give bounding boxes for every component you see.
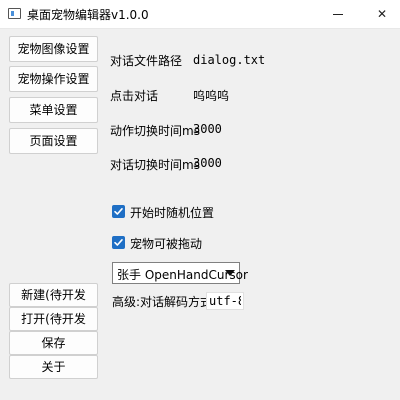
dialog-path-label: 对话文件路径 xyxy=(110,54,183,68)
click-dialog-input[interactable]: 呜呜呜 xyxy=(193,87,229,104)
sidebar-item-menu-settings[interactable]: 菜单设置 xyxy=(9,97,98,123)
chevron-down-icon xyxy=(225,270,235,276)
checkmark-icon xyxy=(114,208,123,215)
dialog-switch-time-input[interactable] xyxy=(193,151,398,175)
open-button[interactable]: 打开(待开发 xyxy=(9,307,98,331)
minimize-button[interactable] xyxy=(320,0,356,28)
dialog-path-input[interactable] xyxy=(193,48,398,72)
sidebar-item-page-settings[interactable]: 页面设置 xyxy=(9,128,98,154)
draggable-label: 宠物可被拖动 xyxy=(130,237,203,251)
title-bar: 桌面宠物编辑器v1.0.0 ✕ xyxy=(0,0,400,29)
sidebar-item-pet-image-settings[interactable]: 宠物图像设置 xyxy=(9,36,98,62)
draggable-checkbox[interactable] xyxy=(112,236,125,249)
close-icon: ✕ xyxy=(376,7,388,21)
codec-label: 高级:对话解码方式 xyxy=(112,295,213,309)
dialog-switch-time-label: 对话切换时间ms xyxy=(110,158,200,172)
sidebar-item-pet-action-settings[interactable]: 宠物操作设置 xyxy=(9,66,98,92)
save-button[interactable]: 保存 xyxy=(9,331,98,355)
action-switch-time-input[interactable] xyxy=(193,117,398,141)
click-dialog-label: 点击对话 xyxy=(110,89,159,103)
random-position-checkbox[interactable] xyxy=(112,205,125,218)
checkmark-icon xyxy=(114,239,123,246)
close-button[interactable]: ✕ xyxy=(364,0,400,28)
window-title: 桌面宠物编辑器v1.0.0 xyxy=(27,8,149,22)
app-icon xyxy=(8,8,21,19)
new-button[interactable]: 新建(待开发 xyxy=(9,283,98,307)
about-button[interactable]: 关于 xyxy=(9,355,98,379)
random-position-label: 开始时随机位置 xyxy=(130,206,215,220)
codec-input[interactable] xyxy=(206,292,244,310)
minimize-icon xyxy=(333,13,343,15)
action-switch-time-label: 动作切换时间ms xyxy=(110,124,200,138)
cursor-select[interactable]: 张手 OpenHandCursor xyxy=(112,262,248,284)
